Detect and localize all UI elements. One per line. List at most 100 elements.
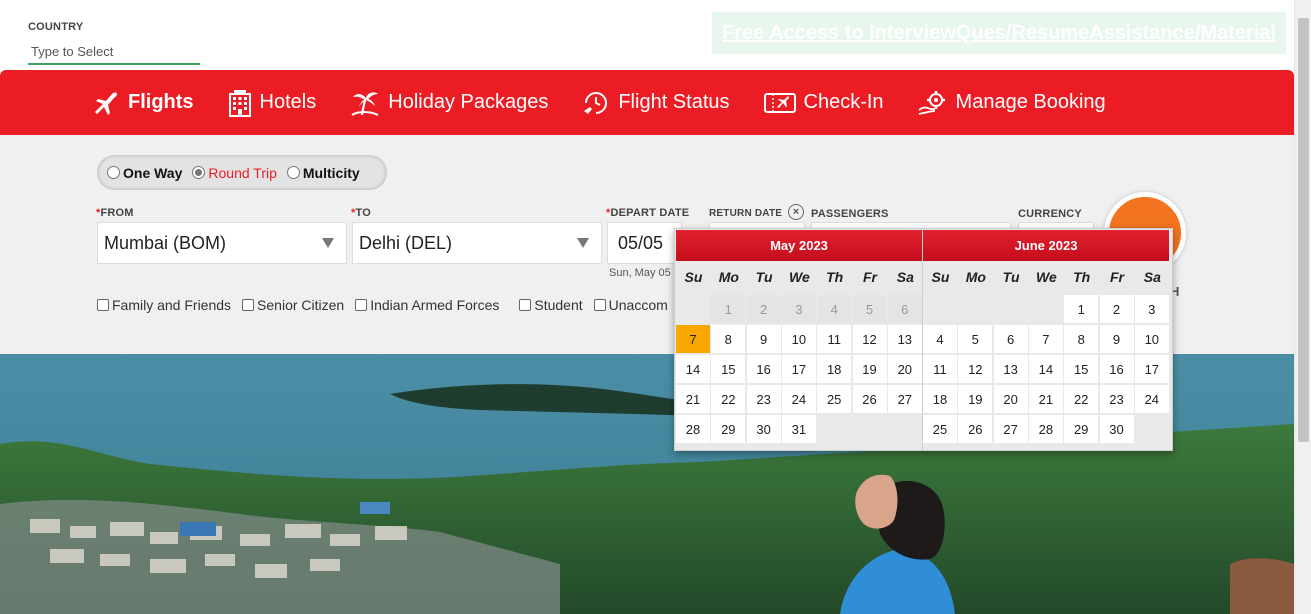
depart-date-input[interactable]: 05/05 [607,222,682,264]
calendar-day[interactable]: 8 [711,325,746,353]
calendar-day[interactable]: 16 [746,355,781,383]
calendar-day[interactable]: 9 [1099,325,1134,353]
nav-flight-status[interactable]: Flight Status [582,89,730,117]
nav-manage-booking[interactable]: Manage Booking [918,90,1106,116]
radio-button[interactable] [107,166,120,179]
calendar-day[interactable]: 27 [993,415,1028,443]
calendar-day[interactable]: 3 [1134,295,1169,323]
calendar-day-selected[interactable]: 7 [676,325,710,353]
nav-label: Flight Status [618,91,730,113]
calendar-day[interactable]: 28 [1028,415,1063,443]
return-date-label: RETURN DATE [709,208,783,219]
calendar-day[interactable]: 27 [887,385,922,413]
calendar-day[interactable]: 18 [923,385,957,413]
calendar-day[interactable]: 5 [958,325,993,353]
calendar-day[interactable]: 29 [711,415,746,443]
calendar-day[interactable]: 17 [781,355,816,383]
from-select[interactable]: Mumbai (BOM) [97,222,347,264]
checkbox[interactable] [242,299,255,311]
calendar-day[interactable]: 11 [923,355,957,383]
calendar-day[interactable]: 13 [993,355,1028,383]
checkbox[interactable] [355,299,368,311]
calendar-day[interactable]: 18 [817,355,852,383]
promo-link[interactable]: Free Access to InterviewQues/ResumeAssis… [722,22,1276,45]
checkbox[interactable] [97,299,109,311]
month-header: June 2023 [923,230,1169,261]
calendar-day[interactable]: 17 [1134,355,1169,383]
nav-check-in[interactable]: Check-In [763,91,884,115]
calendar-day[interactable]: 22 [1064,385,1099,413]
calendar-day[interactable]: 15 [1064,355,1099,383]
vertical-scrollbar[interactable] [1294,0,1311,614]
calendar-day[interactable]: 31 [781,415,816,443]
calendar-empty-cell [853,415,887,443]
calendar-empty-cell [1135,415,1169,443]
calendar-day[interactable]: 23 [746,385,781,413]
concession-armed-forces[interactable]: Indian Armed Forces [355,297,499,313]
concession-senior-citizen[interactable]: Senior Citizen [242,297,344,313]
nav-flights[interactable]: Flights [92,90,194,116]
hotel-icon [228,89,252,117]
radio-button-selected[interactable] [192,166,206,179]
calendar-day[interactable]: 24 [1134,385,1169,413]
trip-one-way[interactable]: One Way [107,165,182,181]
calendar-day[interactable]: 14 [676,355,710,383]
calendar-day[interactable]: 11 [817,325,852,353]
calendar-day[interactable]: 22 [711,385,746,413]
promo-banner: Free Access to InterviewQues/ResumeAssis… [712,12,1286,54]
calendar-day[interactable]: 19 [852,355,887,383]
calendar-day[interactable]: 10 [1134,325,1169,353]
calendar-day[interactable]: 8 [1064,325,1099,353]
calendar-day[interactable]: 28 [676,415,710,443]
radio-label: One Way [123,164,183,181]
calendar-day[interactable]: 26 [852,385,887,413]
checkbox[interactable] [593,299,606,311]
calendar-day[interactable]: 9 [746,325,781,353]
to-select[interactable]: Delhi (DEL) [352,222,602,264]
calendar-day[interactable]: 20 [887,355,922,383]
calendar-day[interactable]: 16 [1099,355,1134,383]
scrollbar-thumb[interactable] [1298,18,1309,442]
calendar-day[interactable]: 25 [817,385,852,413]
concession-unaccompanied[interactable]: Unaccom [593,297,668,313]
calendar-day[interactable]: 29 [1064,415,1099,443]
nav-label: Hotels [259,91,317,113]
calendar-day-disabled: 3 [781,295,816,323]
calendar-day[interactable]: 15 [711,355,746,383]
weekday-label: Fr [1110,269,1124,285]
calendar-day[interactable]: 30 [746,415,781,443]
radio-button[interactable] [286,166,300,179]
calendar-day[interactable]: 14 [1028,355,1063,383]
calendar-day[interactable]: 7 [1028,325,1063,353]
calendar-day[interactable]: 23 [1099,385,1134,413]
page-root: COUNTRY Free Access to InterviewQues/Res… [0,0,1311,614]
flight-status-icon [582,89,610,117]
calendar-day[interactable]: 25 [923,415,957,443]
gear-hand-icon [918,90,948,116]
concession-student[interactable]: Student [519,297,583,313]
concession-family-friends[interactable]: Family and Friends [97,297,231,313]
calendar-day[interactable]: 12 [852,325,887,353]
trip-round-trip[interactable]: Round Trip [192,165,277,181]
trip-multicity[interactable]: Multicity [286,165,360,181]
calendar-day[interactable]: 26 [958,415,993,443]
country-input[interactable] [28,40,200,65]
calendar-day[interactable]: 24 [781,385,816,413]
chevron-down-icon [322,238,334,248]
nav-holiday-packages[interactable]: Holiday Packages [350,89,548,117]
calendar-day[interactable]: 10 [781,325,816,353]
checkbox[interactable] [519,299,532,311]
calendar-day[interactable]: 19 [958,385,993,413]
calendar-day[interactable]: 30 [1099,415,1134,443]
calendar-day[interactable]: 20 [993,385,1028,413]
close-icon[interactable]: × [788,204,804,220]
calendar-day[interactable]: 4 [923,325,957,353]
calendar-day[interactable]: 2 [1099,295,1134,323]
calendar-day[interactable]: 13 [887,325,922,353]
calendar-day[interactable]: 1 [1064,295,1099,323]
calendar-day[interactable]: 21 [676,385,710,413]
calendar-day[interactable]: 21 [1028,385,1063,413]
nav-hotels[interactable]: Hotels [228,89,317,117]
calendar-day[interactable]: 6 [993,325,1028,353]
calendar-day[interactable]: 12 [958,355,993,383]
